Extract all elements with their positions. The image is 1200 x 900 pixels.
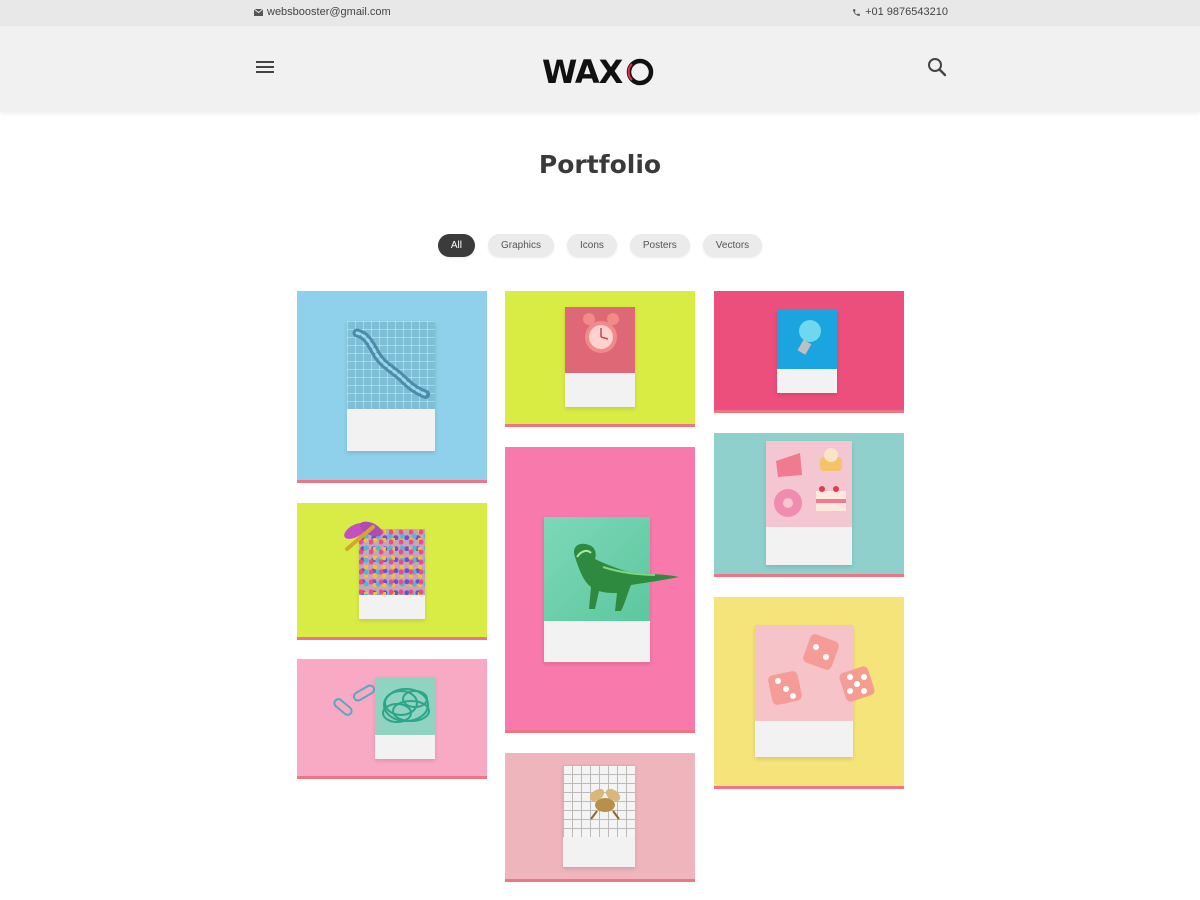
alarm-clock-image bbox=[583, 313, 619, 353]
page-title: Portfolio bbox=[538, 150, 662, 179]
site-header: WAX bbox=[0, 26, 1200, 112]
menu-bar bbox=[256, 66, 274, 68]
site-logo[interactable]: WAX bbox=[542, 53, 658, 91]
search-icon bbox=[928, 58, 947, 77]
phone-text: +01 9876543210 bbox=[865, 6, 948, 18]
filter-vectors[interactable]: Vectors bbox=[702, 234, 763, 257]
filter-icons[interactable]: Icons bbox=[566, 234, 617, 257]
portfolio-item-dice[interactable] bbox=[714, 597, 904, 789]
portfolio-item-dinosaur[interactable] bbox=[505, 447, 695, 733]
phone-icon bbox=[853, 8, 860, 16]
contact-bar: websbooster@gmail.com +01 9876543210 bbox=[0, 0, 1200, 26]
portfolio-item-light-bulb[interactable] bbox=[714, 291, 904, 413]
menu-bar bbox=[256, 71, 274, 73]
svg-text:WAX: WAX bbox=[542, 54, 624, 90]
portfolio-item-bee[interactable] bbox=[505, 753, 695, 882]
toy-worm-image bbox=[352, 328, 432, 400]
mail-icon bbox=[254, 8, 263, 16]
email-link[interactable]: websbooster@gmail.com bbox=[254, 6, 391, 18]
toy-dinosaur-image bbox=[573, 543, 679, 611]
portfolio-item-worm[interactable] bbox=[297, 291, 487, 483]
portfolio-filters: All Graphics Icons Posters Vectors bbox=[0, 234, 1200, 257]
filter-all[interactable]: All bbox=[437, 234, 475, 257]
email-text: websbooster@gmail.com bbox=[267, 6, 391, 18]
dragonfly-image bbox=[344, 521, 383, 551]
portfolio-item-paperclips[interactable] bbox=[297, 659, 487, 779]
portfolio-item-dragonfly[interactable] bbox=[297, 503, 487, 640]
sweets-image bbox=[774, 448, 846, 517]
menu-bar bbox=[256, 61, 274, 63]
dice-image bbox=[768, 634, 875, 705]
portfolio-item-alarm-clock[interactable] bbox=[505, 291, 695, 427]
light-bulb-image bbox=[797, 320, 821, 355]
portfolio-item-sweets[interactable] bbox=[714, 433, 904, 577]
search-button[interactable] bbox=[926, 56, 948, 78]
phone-link[interactable]: +01 9876543210 bbox=[852, 6, 948, 18]
hamburger-menu-button[interactable] bbox=[254, 58, 276, 78]
filter-graphics[interactable]: Graphics bbox=[487, 234, 554, 257]
filter-posters[interactable]: Posters bbox=[629, 234, 690, 257]
paperclips-image bbox=[333, 684, 430, 723]
waxo-logo: WAX bbox=[542, 53, 654, 91]
toy-bee-image bbox=[589, 788, 621, 820]
